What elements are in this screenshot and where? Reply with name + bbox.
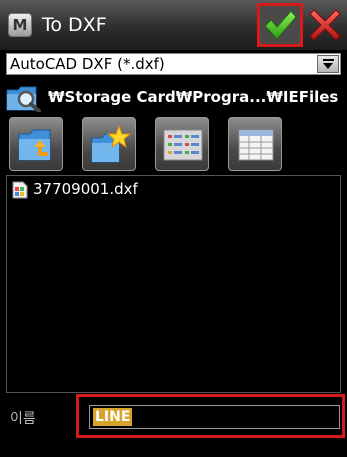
- close-icon: [309, 9, 341, 41]
- folder-toolbar: [0, 117, 347, 173]
- dropdown-arrow-icon[interactable]: [317, 55, 339, 73]
- name-input[interactable]: LINE: [89, 405, 340, 429]
- ok-button[interactable]: [257, 3, 303, 47]
- file-name: 37709001.dxf: [33, 180, 138, 198]
- folder-up-icon: [18, 129, 51, 161]
- current-path: ₩Storage Card₩Progra...₩IEFiles: [48, 88, 339, 106]
- folder-up-button[interactable]: [9, 117, 63, 171]
- list-view-button[interactable]: [155, 117, 209, 171]
- file-format-select[interactable]: AutoCAD DXF (*.dxf): [6, 53, 341, 75]
- name-input-value: LINE: [93, 408, 133, 426]
- dxf-file-icon: [12, 181, 28, 199]
- new-folder-icon: [91, 124, 131, 163]
- list-view-icon: [163, 129, 203, 161]
- checkmark-icon: [264, 10, 297, 40]
- name-label: 이름: [10, 411, 36, 427]
- detail-view-button[interactable]: [228, 117, 282, 171]
- new-folder-button[interactable]: [82, 117, 136, 171]
- app-menu-icon[interactable]: M: [8, 13, 32, 37]
- title-bar: M To DXF: [0, 0, 347, 50]
- detail-view-icon: [238, 129, 274, 161]
- window-title: To DXF: [42, 14, 107, 36]
- name-field-highlight: LINE: [76, 394, 345, 438]
- current-path-row: ₩Storage Card₩Progra...₩IEFiles: [0, 80, 347, 114]
- file-format-value: AutoCAD DXF (*.dxf): [10, 55, 165, 73]
- file-list[interactable]: 37709001.dxf: [6, 175, 341, 393]
- cancel-button[interactable]: [306, 6, 344, 44]
- folder-search-icon[interactable]: [6, 84, 42, 112]
